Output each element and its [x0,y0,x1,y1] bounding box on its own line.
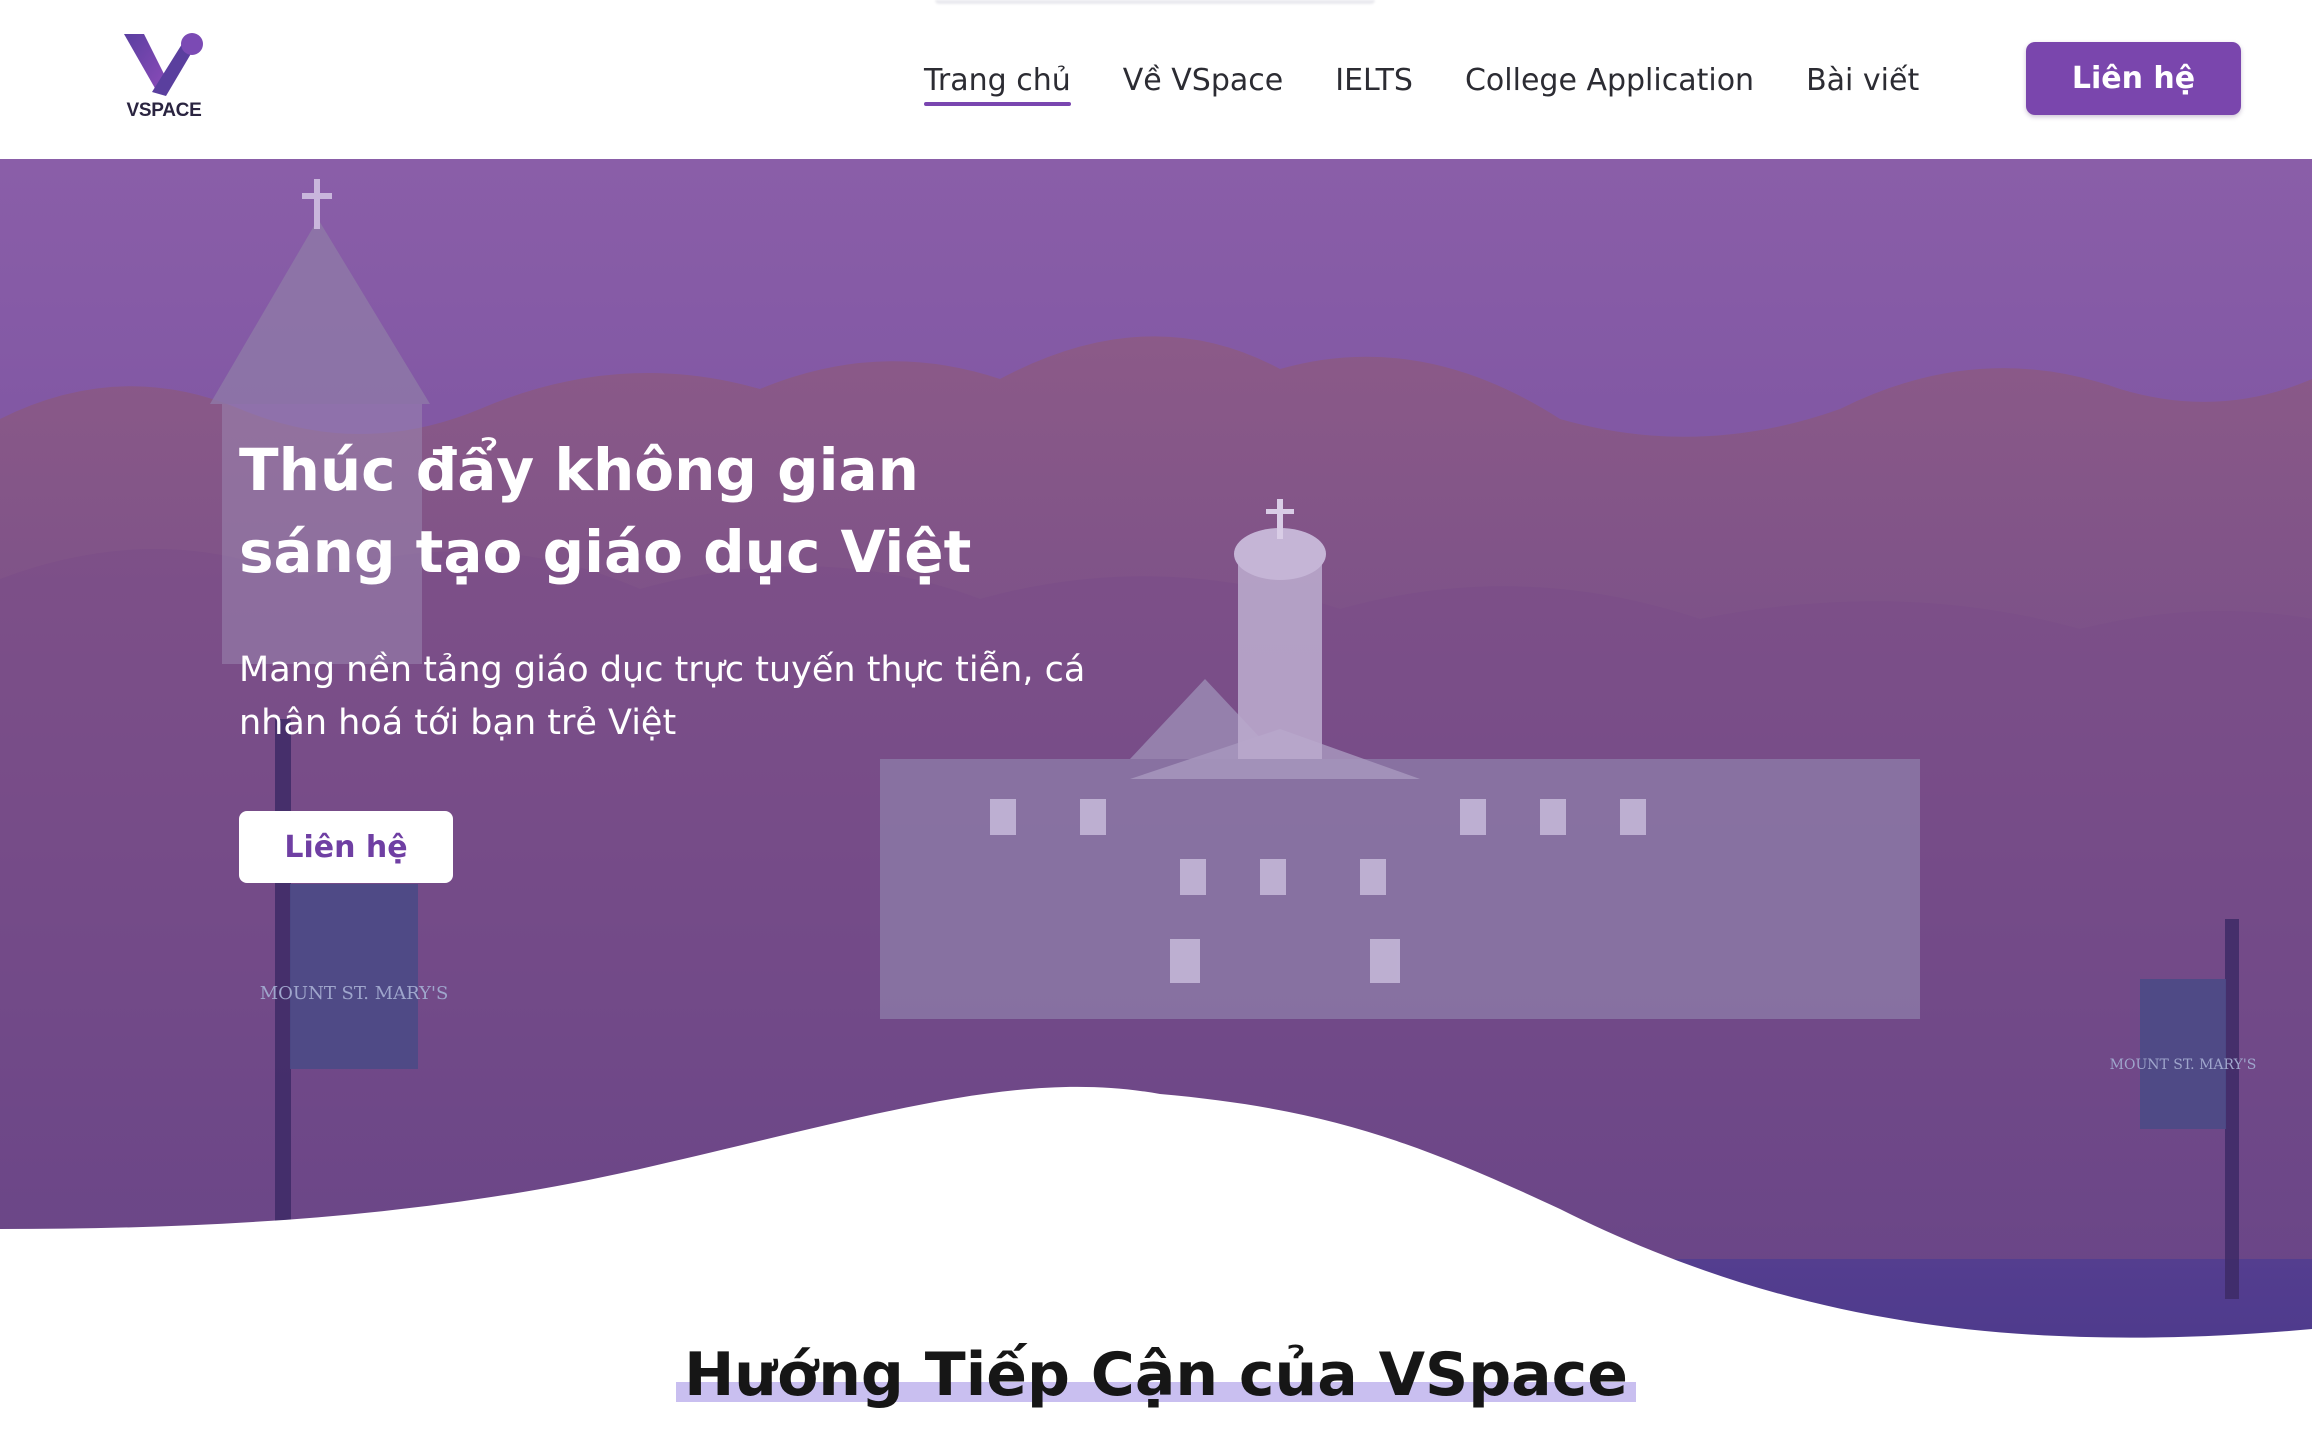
approach-section-header: Hướng Tiếp Cận của VSpace [0,1340,2312,1410]
site-header: VSPACE Trang chủ Về VSpace IELTS College… [0,0,2312,159]
hero-title-line-2: sáng tạo giáo dục Việt [239,518,972,586]
contact-button-hero[interactable]: Liên hệ [239,811,453,883]
nav-item-home[interactable]: Trang chủ [924,63,1071,106]
hero-subtitle: Mang nền tảng giáo dục trực tuyến thực t… [239,644,1139,750]
logo-text: VSPACE [126,100,202,121]
main-nav: Trang chủ Về VSpace IELTS College Applic… [924,56,1919,106]
section-title-text: Hướng Tiếp Cận của VSpace [684,1340,1628,1410]
hero-subtitle-line-1: Mang nền tảng giáo dục trực tuyến thực t… [239,650,1086,690]
hero-title-line-1: Thúc đẩy không gian [239,436,919,504]
nav-item-ielts[interactable]: IELTS [1335,63,1413,98]
contact-button-header[interactable]: Liên hệ [2026,42,2241,115]
banner-left-text: MOUNT ST. MARY'S [260,983,449,1004]
hero-subtitle-line-2: nhân hoá tới bạn trẻ Việt [239,703,677,743]
banner-right-text: MOUNT ST. MARY'S [2110,1057,2257,1073]
hero-section: MOUNT ST. MARY'S MOUNT ST. MARY'S Thúc đ… [0,159,2312,1359]
hero-title: Thúc đẩy không gian sáng tạo giáo dục Vi… [239,429,1139,593]
nav-item-college-application[interactable]: College Application [1465,63,1754,98]
nav-item-articles[interactable]: Bài viết [1806,63,1919,98]
v-logo-icon [124,33,203,96]
campus-background-image: MOUNT ST. MARY'S MOUNT ST. MARY'S [0,159,2312,1359]
top-tab-handle [935,0,1375,4]
section-title: Hướng Tiếp Cận của VSpace [676,1340,1636,1410]
vspace-logo[interactable]: VSPACE [118,30,210,126]
nav-item-about[interactable]: Về VSpace [1123,63,1283,98]
